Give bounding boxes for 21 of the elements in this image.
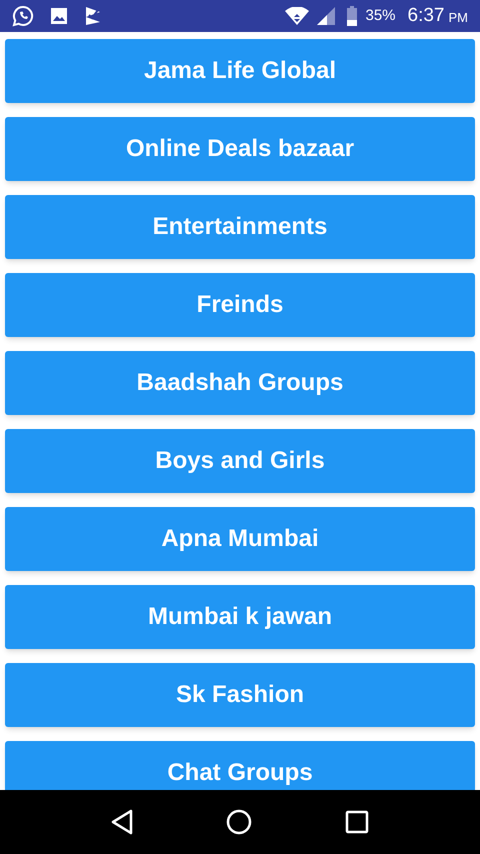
- menu-button[interactable]: Chat Groups: [5, 741, 475, 790]
- back-icon[interactable]: [110, 809, 133, 835]
- recent-apps-icon[interactable]: [345, 810, 370, 834]
- home-icon[interactable]: [226, 809, 252, 835]
- menu-button[interactable]: Sk Fashion: [5, 663, 475, 727]
- menu-button[interactable]: Boys and Girls: [5, 429, 475, 493]
- signal-icon: [317, 7, 336, 25]
- clock-time: 6:37: [408, 4, 444, 28]
- menu-button[interactable]: Baadshah Groups: [5, 351, 475, 415]
- menu-button[interactable]: Online Deals bazaar: [5, 117, 475, 181]
- battery-icon: [347, 6, 358, 26]
- menu-button[interactable]: Freinds: [5, 273, 475, 337]
- menu-button[interactable]: Mumbai k jawan: [5, 585, 475, 649]
- clock-meridiem: PM: [448, 9, 468, 28]
- menu-button[interactable]: Entertainments: [5, 195, 475, 259]
- battery-percentage: 35%: [365, 6, 396, 26]
- chat-bubble-icon: [12, 5, 34, 27]
- wifi-icon: [285, 7, 310, 25]
- menu-button[interactable]: Jama Life Global: [5, 39, 475, 103]
- image-icon: [50, 7, 68, 25]
- menu-button[interactable]: Apna Mumbai: [5, 507, 475, 571]
